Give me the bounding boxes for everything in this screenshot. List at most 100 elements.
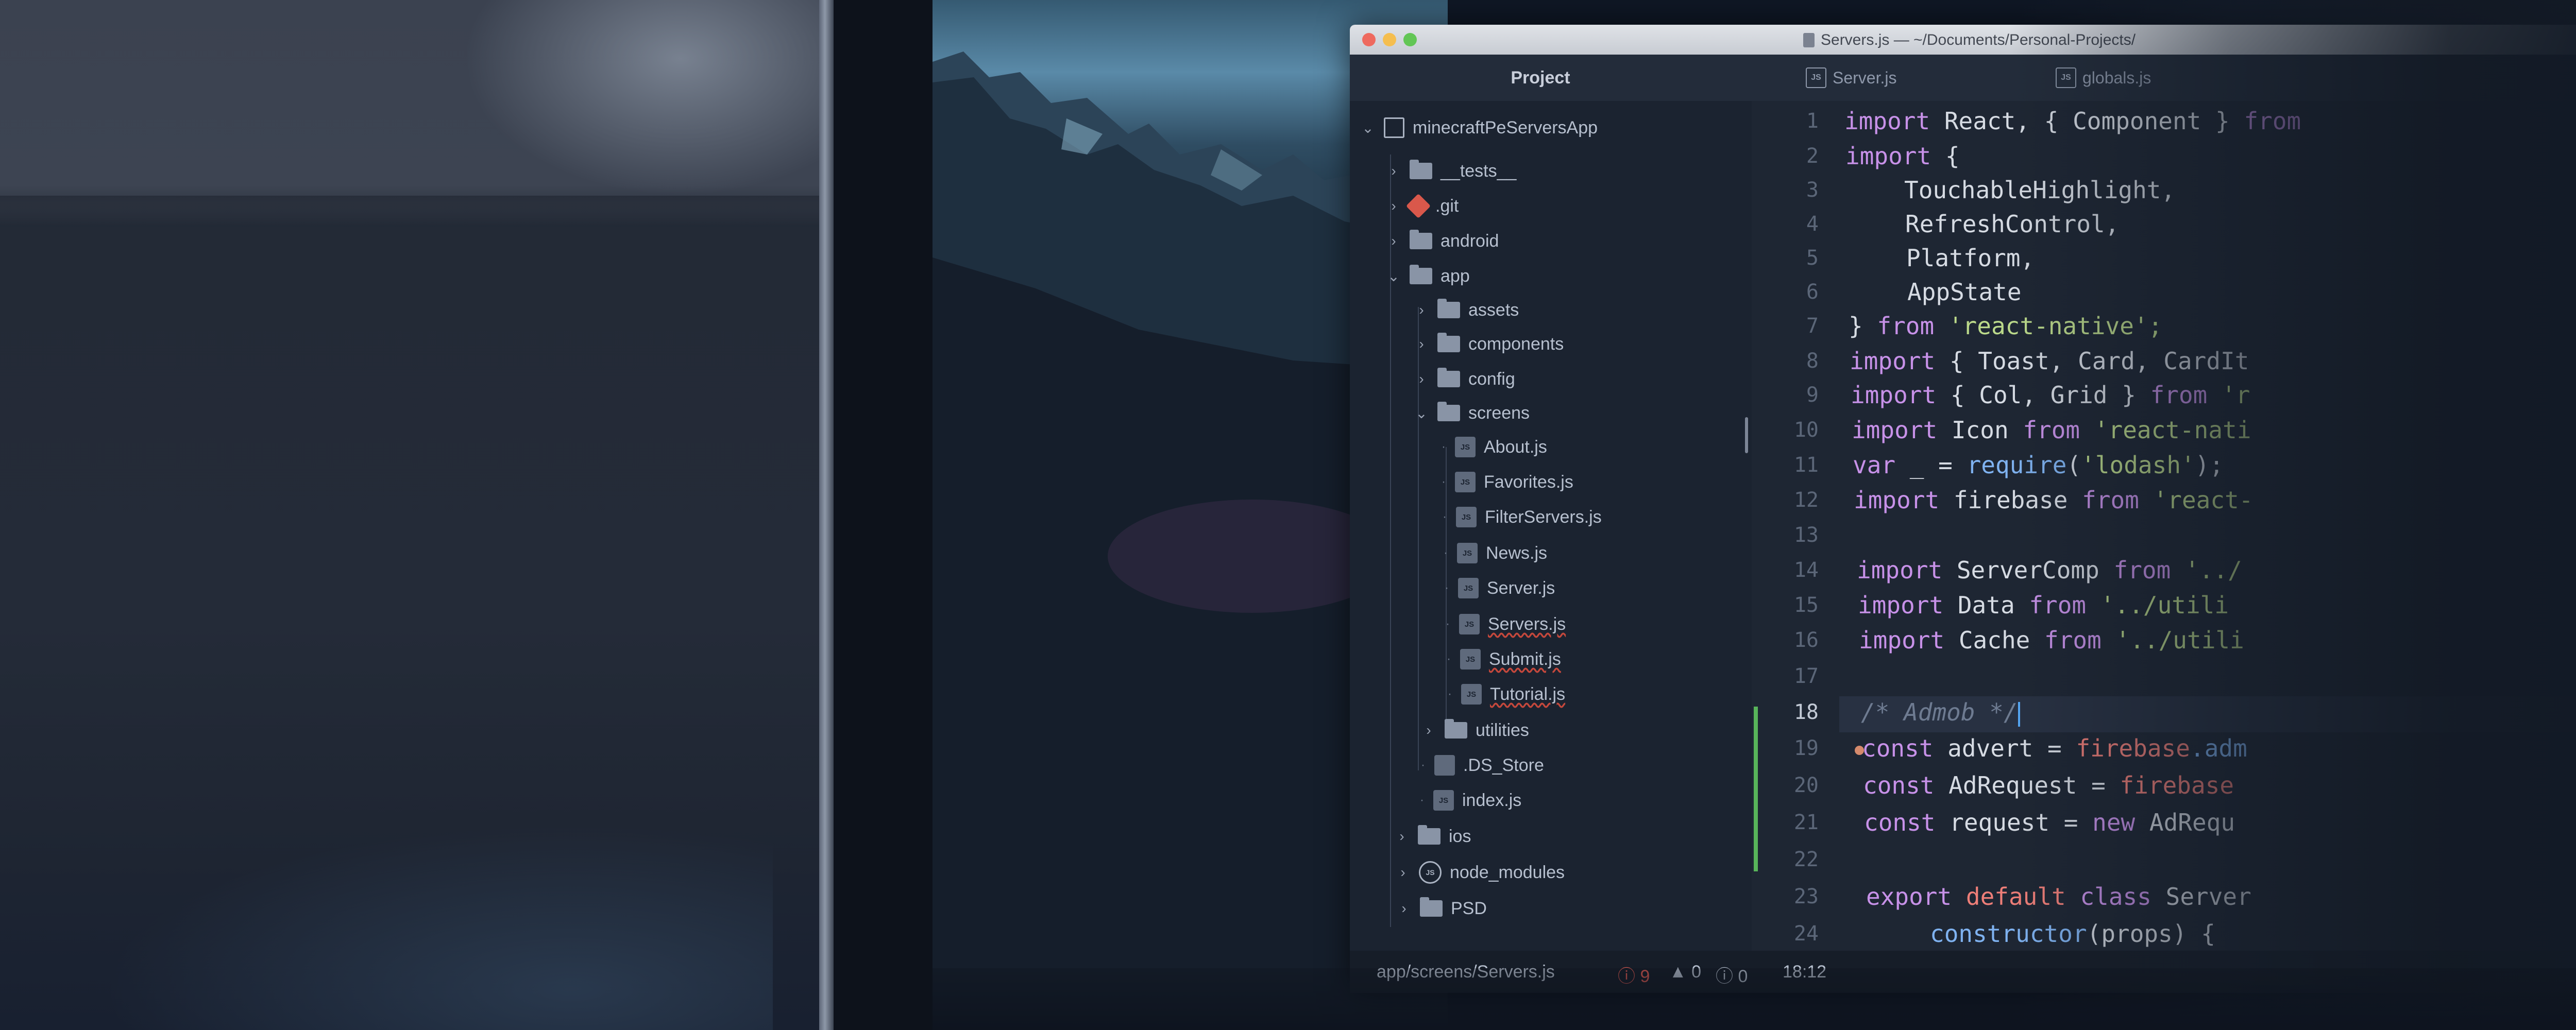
- tree-root[interactable]: ⌄ minecraftPeServersApp: [1360, 111, 1598, 144]
- status-file-path[interactable]: app/screens/Servers.js: [1377, 962, 1555, 982]
- code-token: export: [1866, 883, 1952, 911]
- tree-item-label: Servers.js: [1488, 614, 1566, 634]
- code-token: '../: [2171, 556, 2242, 584]
- line-number: 8: [1806, 349, 1819, 373]
- status-cursor-position[interactable]: 18:12: [1783, 962, 1826, 982]
- tree-item-label: .DS_Store: [1463, 755, 1544, 775]
- bullet-icon: ·: [1447, 652, 1451, 666]
- close-window-button[interactable]: [1362, 33, 1376, 46]
- tree-item-config[interactable]: › config: [1414, 363, 1515, 396]
- tree-item-label: config: [1468, 369, 1515, 389]
- line-number: 3: [1806, 178, 1819, 202]
- tree-item-label: Favorites.js: [1484, 472, 1573, 492]
- code-token: constructor: [1930, 920, 2087, 948]
- code-token: }: [1849, 312, 1877, 340]
- tab-server-js[interactable]: JS Server.js: [1806, 55, 1896, 101]
- chevron-right-icon: ›: [1419, 302, 1424, 318]
- tree-item-components[interactable]: › components: [1414, 328, 1564, 360]
- tab-project[interactable]: Project: [1350, 55, 1731, 101]
- tree-item-server-js[interactable]: · JS Server.js: [1445, 572, 1555, 605]
- tree-item-label: Server.js: [1487, 578, 1555, 598]
- folder-icon: [1437, 333, 1460, 352]
- code-token: ServerComp: [1942, 556, 2114, 584]
- code-token: firebase: [1939, 486, 2082, 514]
- chevron-right-icon: ›: [1391, 163, 1396, 179]
- tree-item-label: Submit.js: [1489, 649, 1561, 669]
- chevron-right-icon: ›: [1391, 198, 1396, 214]
- chevron-right-icon: ›: [1391, 233, 1396, 249]
- code-line-19: const advert = firebase.adm: [1855, 734, 2247, 762]
- title-bar[interactable]: Servers.js — ~/Documents/Personal-Projec…: [1350, 25, 2576, 55]
- code-token: 'r: [2207, 381, 2250, 409]
- tree-item-label: ios: [1449, 826, 1471, 846]
- line-number: 23: [1793, 885, 1819, 908]
- tree-scrollbar[interactable]: [1745, 417, 1748, 453]
- window-title-text: Servers.js — ~/Documents/Personal-Projec…: [1821, 31, 2136, 48]
- status-errors[interactable]: ⓘ 9: [1618, 962, 1650, 987]
- tree-item-utilities[interactable]: › utilities: [1421, 714, 1529, 747]
- error-count: 9: [1640, 967, 1650, 986]
- tab-label: Server.js: [1833, 68, 1897, 87]
- code-token: import: [1844, 107, 1930, 135]
- status-warnings[interactable]: ▲ 0: [1669, 962, 1701, 982]
- code-line-12: import firebase from 'react-: [1854, 486, 2253, 514]
- monitor-frame: [834, 0, 937, 1030]
- tree-item-assets[interactable]: › assets: [1414, 294, 1519, 327]
- line-number: 7: [1806, 314, 1819, 338]
- line-number: 6: [1806, 280, 1819, 304]
- folder-icon: [1445, 719, 1467, 739]
- status-infos[interactable]: ⓘ 0: [1716, 962, 1748, 987]
- bullet-icon: ·: [1448, 687, 1452, 701]
- tree-item-ds-store[interactable]: · .DS_Store: [1421, 749, 1544, 782]
- code-token: firebase: [2120, 771, 2234, 799]
- editor-window[interactable]: Servers.js — ~/Documents/Personal-Projec…: [1350, 25, 2576, 993]
- tab-label: globals.js: [2082, 68, 2151, 87]
- code-token: var: [1853, 451, 1896, 479]
- modified-dot-icon: [1855, 746, 1864, 755]
- minimize-window-button[interactable]: [1383, 33, 1396, 46]
- git-added-marker: [1754, 707, 1758, 871]
- tree-item-psd[interactable]: › PSD: [1396, 892, 1487, 925]
- code-token: {: [1931, 142, 1960, 170]
- bullet-icon: ·: [1442, 475, 1446, 489]
- tree-item-label: android: [1440, 231, 1499, 251]
- line-number-gutter: 1 2 3 4 5 6 7 8 9 10 11 12 13 14 15 16 1…: [1752, 101, 1839, 951]
- tree-item-about-js[interactable]: · JS About.js: [1442, 431, 1547, 464]
- tree-item-git[interactable]: › .git: [1386, 190, 1459, 222]
- repo-icon: [1384, 117, 1404, 138]
- tree-item-index-js[interactable]: · JS index.js: [1420, 784, 1521, 817]
- tree-item-ios[interactable]: › ios: [1394, 820, 1471, 853]
- code-token: (: [2066, 451, 2081, 479]
- code-token: AdRequ: [2135, 809, 2235, 836]
- code-token: from: [2244, 107, 2301, 135]
- tree-item-servers-js[interactable]: · JS Servers.js: [1446, 608, 1566, 641]
- code-token: import: [1857, 556, 1943, 584]
- code-token: 'lodash': [2081, 451, 2195, 479]
- tree-item-favorites-js[interactable]: · JS Favorites.js: [1442, 466, 1573, 499]
- chevron-down-icon: ⌄: [1387, 268, 1400, 284]
- file-icon: [1434, 755, 1455, 776]
- document-icon: [1803, 33, 1815, 47]
- tree-item-submit-js[interactable]: · JS Submit.js: [1447, 643, 1561, 676]
- code-line-23: export default class Server: [1866, 883, 2251, 911]
- tree-item-news-js[interactable]: · JS News.js: [1444, 537, 1547, 570]
- folder-icon: [1410, 160, 1432, 179]
- code-line-7: } from 'react-native';: [1849, 312, 2162, 340]
- tree-item-label: __tests__: [1440, 161, 1517, 181]
- code-token: const: [1864, 809, 1936, 836]
- tree-item-tests[interactable]: › __tests__: [1386, 154, 1516, 187]
- tree-item-android[interactable]: › android: [1386, 225, 1499, 258]
- tab-globals-js[interactable]: JS globals.js: [2056, 55, 2151, 101]
- code-editor[interactable]: import React, { Component } from import …: [1839, 101, 2576, 951]
- blurred-reflection: [103, 824, 773, 1030]
- tree-item-tutorial-js[interactable]: · JS Tutorial.js: [1448, 678, 1565, 711]
- maximize-window-button[interactable]: [1403, 33, 1417, 46]
- bullet-icon: ·: [1421, 758, 1425, 772]
- line-number: 16: [1793, 628, 1819, 652]
- tree-item-node-modules[interactable]: › JS node_modules: [1395, 856, 1565, 889]
- tree-item-screens[interactable]: ⌄ screens: [1414, 397, 1530, 430]
- tree-item-filterservers-js[interactable]: · JS FilterServers.js: [1443, 501, 1602, 534]
- code-token: new: [2092, 809, 2136, 836]
- tree-item-app[interactable]: ⌄ app: [1386, 260, 1470, 293]
